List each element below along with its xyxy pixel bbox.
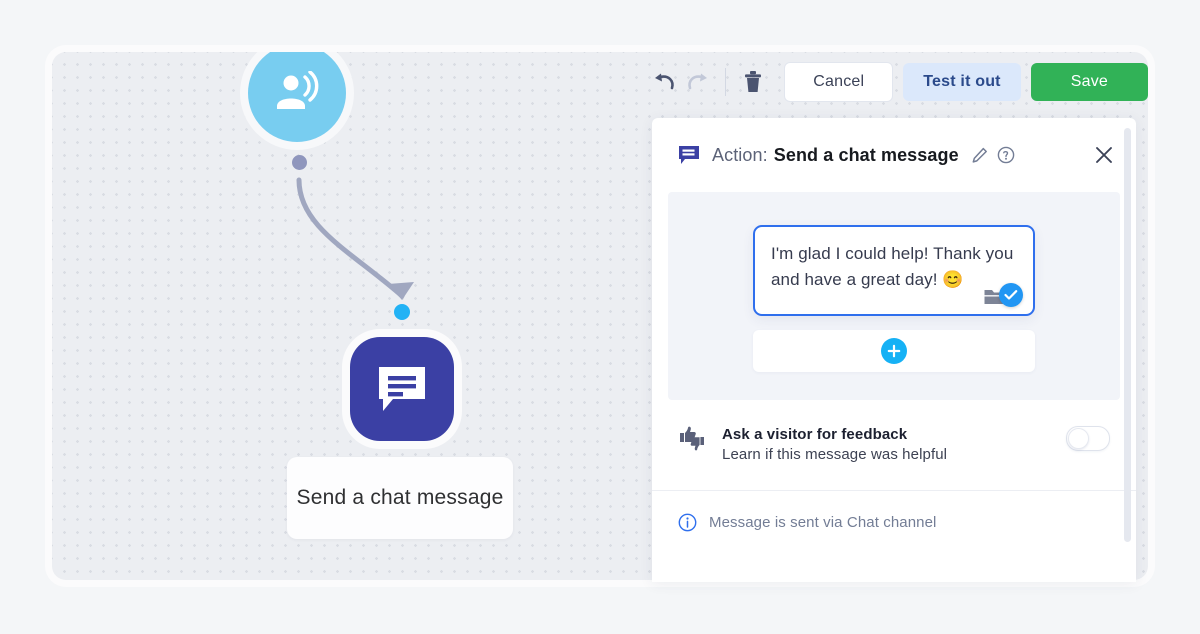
message-preview-area: I'm glad I could help! Thank you and hav… [668, 192, 1120, 400]
panel-footer-text: Message is sent via Chat channel [709, 514, 937, 531]
thumbs-up-down-icon [680, 426, 704, 451]
feedback-setting-row: Ask a visitor for feedback Learn if this… [652, 400, 1136, 490]
feedback-subtitle: Learn if this message was helpful [722, 446, 948, 463]
visitor-speaking-icon [277, 71, 319, 109]
action-settings-panel: Action: Send a chat message I'm glad I c… [652, 118, 1136, 582]
message-badges [983, 283, 1023, 307]
undo-button[interactable] [647, 65, 681, 99]
feedback-title: Ask a visitor for feedback [722, 426, 908, 443]
panel-header: Action: Send a chat message [652, 118, 1136, 192]
redo-icon [688, 73, 708, 90]
check-icon [1004, 290, 1018, 300]
panel-header-label: Action: [712, 144, 768, 165]
toggle-knob [1068, 428, 1089, 449]
node-input-port[interactable] [394, 304, 410, 320]
panel-scrollbar[interactable] [1124, 128, 1131, 542]
plus-glyph-icon [887, 344, 901, 358]
info-icon [678, 513, 697, 532]
close-panel-button[interactable] [1094, 145, 1114, 165]
cancel-button[interactable]: Cancel [784, 62, 894, 102]
save-button[interactable]: Save [1030, 63, 1148, 101]
edit-title-button[interactable] [971, 147, 988, 164]
panel-footer: Message is sent via Chat channel [652, 491, 1136, 532]
undo-icon [655, 73, 674, 90]
delete-button[interactable] [736, 65, 770, 99]
feedback-text: Ask a visitor for feedback Learn if this… [722, 426, 947, 463]
add-message-button[interactable] [753, 330, 1035, 372]
panel-header-actions [971, 146, 1015, 164]
node-trigger-visitor[interactable] [248, 52, 346, 142]
editor-toolbar: Cancel Test it out Save [647, 62, 1148, 102]
panel-header-title: Send a chat message [773, 144, 959, 165]
plus-icon [881, 338, 907, 364]
node-action-chat-message[interactable] [350, 337, 454, 441]
chat-message-bubble[interactable]: I'm glad I could help! Thank you and hav… [753, 225, 1035, 316]
test-it-out-button[interactable]: Test it out [903, 63, 1021, 101]
trash-icon [745, 71, 762, 92]
feedback-toggle[interactable] [1066, 426, 1110, 451]
chat-message-text: I'm glad I could help! Thank you and hav… [771, 244, 1014, 289]
help-button[interactable] [997, 146, 1015, 164]
chat-message-icon [379, 367, 425, 411]
redo-button[interactable] [681, 65, 715, 99]
question-circle-icon [997, 146, 1015, 164]
toolbar-divider [725, 68, 727, 96]
node-output-port[interactable] [292, 155, 307, 170]
pencil-icon [972, 147, 987, 163]
check-badge-icon [999, 283, 1023, 307]
node-action-label: Send a chat message [287, 457, 513, 539]
close-icon [1096, 147, 1112, 163]
chat-message-icon [679, 146, 699, 164]
